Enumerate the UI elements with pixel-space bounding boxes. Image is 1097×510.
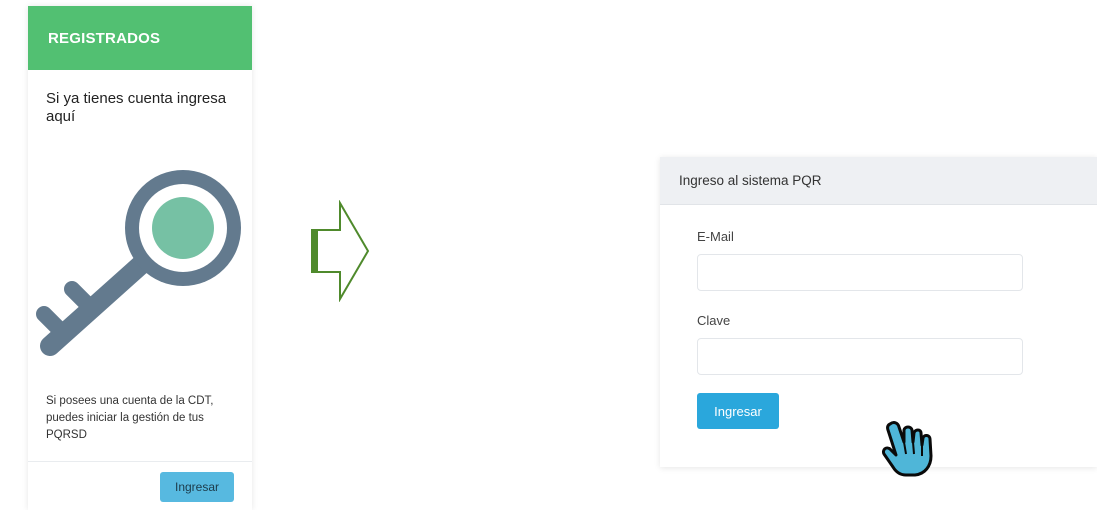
registered-card-header-title: REGISTRADOS: [48, 29, 161, 47]
password-label: Clave: [697, 313, 731, 328]
registered-card-title: Si ya tienes cuenta ingresa aquí: [46, 90, 227, 125]
email-field[interactable]: [697, 254, 1023, 291]
login-panel: Ingreso al sistema PQR E-Mail Clave Ingr…: [660, 157, 1097, 467]
login-panel-header: Ingreso al sistema PQR: [660, 157, 1097, 205]
registered-card: REGISTRADOS Si ya tienes cuenta ingresa …: [28, 6, 252, 510]
password-field[interactable]: [697, 338, 1023, 375]
key-icon: [36, 170, 241, 356]
registered-card-header: REGISTRADOS: [28, 6, 252, 70]
submit-button[interactable]: Ingresar: [697, 393, 779, 429]
login-link-button[interactable]: Ingresar: [160, 472, 234, 502]
email-label: E-Mail: [697, 229, 734, 244]
right-arrow-icon: [311, 200, 370, 302]
hand-pointer-icon: [882, 421, 933, 477]
divider: [28, 461, 252, 462]
registered-card-description: Si posees una cuenta de la CDT, puedes i…: [46, 395, 214, 441]
login-panel-title: Ingreso al sistema PQR: [679, 173, 822, 188]
